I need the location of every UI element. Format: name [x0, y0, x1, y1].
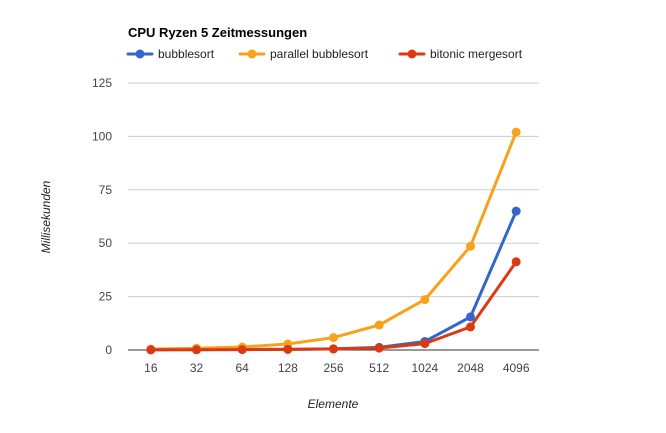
legend-item-parallel-bubblesort: parallel bubblesort	[238, 47, 369, 61]
data-point-bitonic-mergesort	[283, 344, 293, 354]
legend-label: bubblesort	[158, 47, 215, 61]
gridlines	[128, 82, 539, 351]
legend-label: parallel bubblesort	[270, 47, 369, 61]
data-point-bitonic-mergesort	[192, 345, 201, 355]
y-tick-label: 50	[99, 236, 113, 250]
data-point-parallel-bubblesort	[374, 320, 384, 330]
data-point-bitonic-mergesort	[466, 322, 475, 332]
x-tick-label: 128	[278, 361, 298, 375]
x-tick-label: 2048	[457, 361, 484, 375]
x-tick-label: 256	[323, 361, 343, 375]
x-tick-label: 64	[235, 361, 249, 375]
data-point-bitonic-mergesort	[329, 344, 338, 354]
x-axis-ticks: 16 32 64 128 256 512 1024 2048 4096	[144, 361, 530, 375]
data-point-bubblesort	[466, 312, 475, 322]
y-axis-ticks: 0 25 50 75 100 125	[92, 76, 112, 357]
legend-item-bubblesort: bubblesort	[126, 47, 215, 61]
series-group	[146, 127, 521, 355]
series-line-parallel-bubblesort	[149, 130, 518, 351]
y-tick-label: 125	[92, 76, 112, 90]
y-tick-label: 0	[105, 343, 112, 357]
legend-label: bitonic mergesort	[430, 47, 523, 61]
x-tick-label: 32	[190, 361, 204, 375]
data-point-parallel-bubblesort	[329, 333, 338, 343]
x-tick-label: 512	[369, 361, 389, 375]
legend-swatch-marker	[247, 49, 257, 59]
legend: bubblesort parallel bubblesort bitonic mer…	[126, 47, 523, 61]
data-point-bitonic-mergesort	[146, 345, 156, 355]
legend-swatch-marker	[407, 49, 417, 59]
data-point-bitonic-mergesort	[374, 343, 384, 353]
data-point-bitonic-mergesort	[420, 339, 430, 349]
legend-item-bitonic-mergesort: bitonic mergesort	[398, 47, 523, 61]
x-tick-label: 1024	[411, 361, 438, 375]
data-point-bitonic-mergesort	[237, 345, 247, 355]
x-tick-label: 4096	[503, 361, 530, 375]
data-point-bitonic-mergesort	[511, 257, 521, 267]
y-tick-label: 25	[99, 290, 113, 304]
y-tick-label: 100	[92, 129, 112, 143]
x-tick-label: 16	[144, 361, 158, 375]
legend-swatch-marker	[135, 49, 145, 59]
x-axis-label: Elemente	[308, 397, 359, 411]
line-chart: CPU Ryzen 5 Zeitmessungen bubblesort para…	[39, 25, 539, 411]
chart-title: CPU Ryzen 5 Zeitmessungen	[128, 25, 307, 40]
data-point-parallel-bubblesort	[511, 127, 521, 137]
data-point-bubblesort	[511, 206, 521, 216]
data-point-parallel-bubblesort	[420, 295, 430, 305]
y-axis-label: Millisekunden	[39, 180, 53, 253]
data-point-parallel-bubblesort	[466, 241, 475, 251]
y-tick-label: 75	[99, 183, 113, 197]
